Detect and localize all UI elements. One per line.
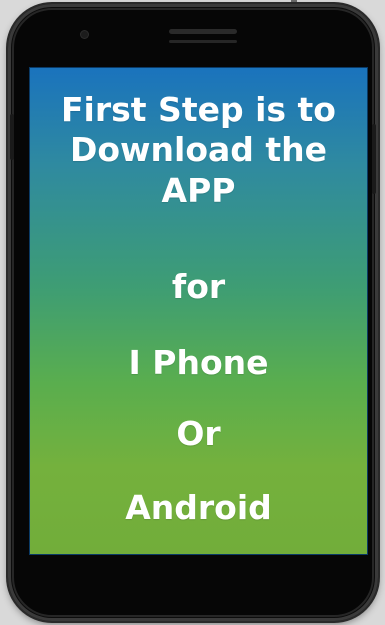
speaker-grille-icon — [169, 29, 237, 34]
phone-screen: First Step is to Download the APP for I … — [30, 68, 367, 554]
screen-line-5: I Phone — [128, 343, 269, 382]
screen-line-7: Android — [125, 488, 272, 527]
screen-line-6: Or — [176, 414, 221, 453]
power-button — [372, 124, 376, 194]
screen-line-1: First Step is to — [61, 90, 336, 129]
volume-button — [10, 114, 14, 160]
sensor-strip — [169, 40, 237, 43]
screen-line-2: Download the — [69, 130, 328, 169]
screen-line-3: APP — [161, 171, 236, 210]
screen-line-4: for — [171, 267, 226, 306]
canvas: First Step is to Download the APP for I … — [0, 0, 385, 625]
front-camera-icon — [81, 31, 88, 38]
